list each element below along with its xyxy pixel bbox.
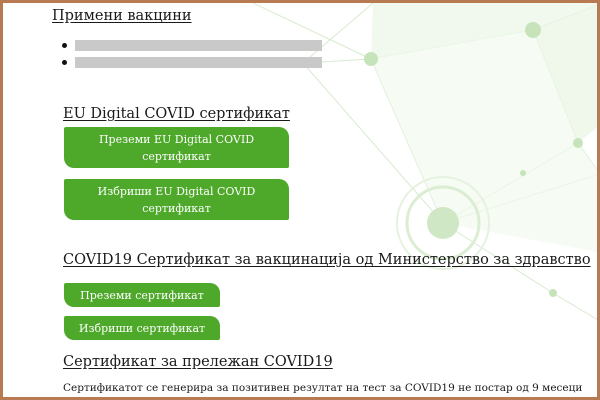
redacted-text-bar [75,57,322,68]
bullet-dot-icon [62,60,67,65]
list-item [61,57,322,68]
delete-certificate-button[interactable]: Избриши сертификат [64,316,220,340]
recovered-certificate-heading: Сертификат за прележан COVID19 [63,354,333,370]
delete-eu-certificate-button[interactable]: Избриши EU Digital COVID сертификат [64,179,289,220]
list-item [61,40,322,51]
ministry-certificate-heading: COVID19 Сертификат за вакцинација од Мин… [63,252,591,268]
recovered-certificate-description: Сертификатот се генерира за позитивен ре… [63,382,583,394]
download-certificate-label: Преземи сертификат [80,288,204,302]
vaccines-list [61,40,322,74]
page-frame: Примени вакцини EU Digital COVID сертифи… [0,0,600,400]
download-eu-certificate-button[interactable]: Преземи EU Digital COVID сертификат [64,127,289,168]
applied-vaccines-heading: Примени вакцини [52,8,192,24]
download-eu-certificate-label: Преземи EU Digital COVID сертификат [98,132,255,163]
redacted-text-bar [75,40,322,51]
delete-certificate-label: Избриши сертификат [78,321,206,335]
delete-eu-certificate-label: Избриши EU Digital COVID сертификат [97,184,256,215]
page-content: Примени вакцини EU Digital COVID сертифи… [3,3,597,397]
bullet-dot-icon [62,43,67,48]
download-certificate-button[interactable]: Преземи сертификат [64,283,220,307]
eu-certificate-heading: EU Digital COVID сертификат [63,106,290,122]
